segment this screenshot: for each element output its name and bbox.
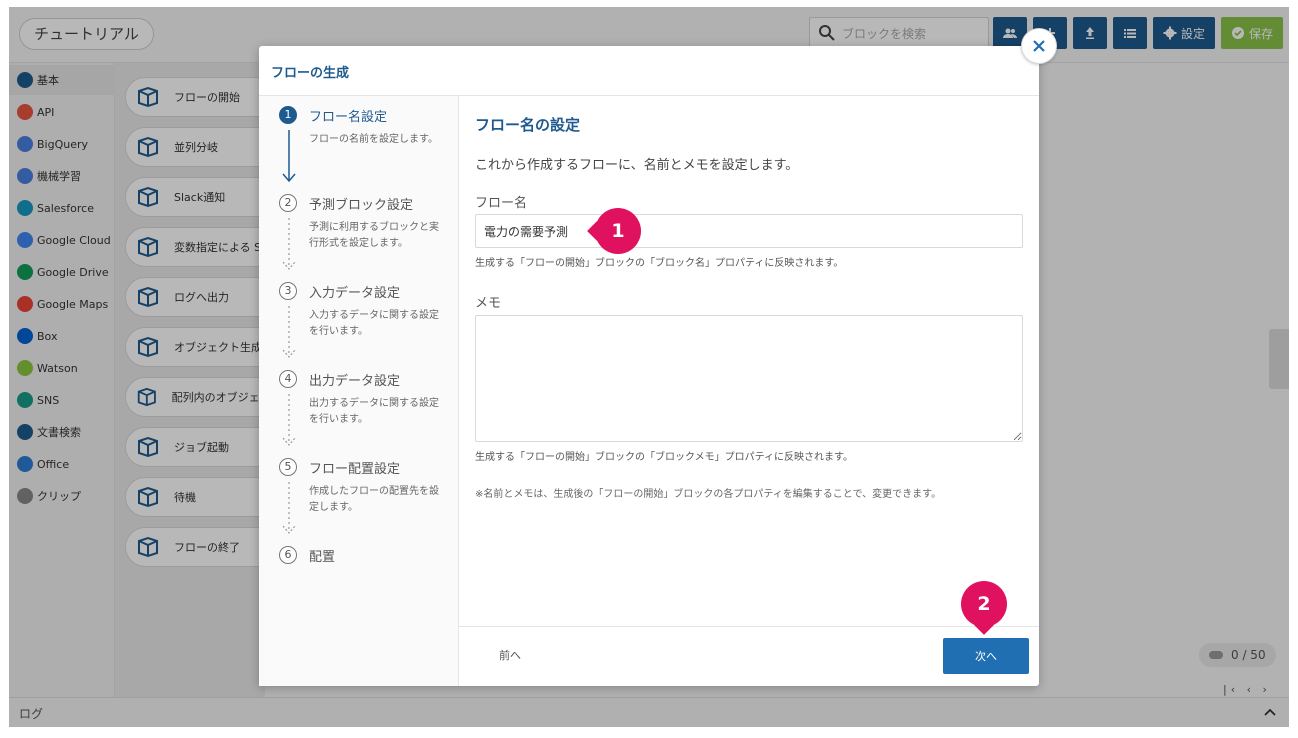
step-title: 予測ブロック設定 — [309, 198, 414, 213]
flow-name-label: フロー名 — [475, 196, 528, 211]
step-description: フローの名前を設定します。 — [309, 134, 438, 145]
memo-label: メモ — [475, 296, 502, 311]
step-title: フロー名設定 — [309, 110, 388, 125]
step-description: 作成したフローの配置先を設定します。 — [309, 486, 439, 513]
step-number: 4 — [279, 370, 297, 388]
callout-1: 1 — [587, 208, 641, 254]
intro-text: これから作成するフローに、名前とメモを設定します。 — [475, 158, 799, 173]
close-button[interactable] — [1021, 28, 1057, 64]
step-number: 2 — [279, 194, 297, 212]
step-connector-dotted — [282, 394, 296, 446]
callout-number: 1 — [611, 220, 625, 242]
dialog-footer: 前へ 次へ — [459, 626, 1039, 686]
dialog-header: フローの生成 — [259, 46, 1039, 96]
step-number: 6 — [279, 546, 297, 564]
close-icon — [1033, 40, 1045, 52]
flow-name-field[interactable] — [475, 214, 1023, 248]
section-title: フロー名の設定 — [475, 116, 581, 134]
step-title: 配置 — [309, 550, 336, 565]
step-connector-dotted — [282, 218, 296, 270]
prev-button[interactable]: 前へ — [499, 647, 521, 663]
memo-hint: 生成する「フローの開始」ブロックの「ブロックメモ」プロパティに反映されます。 — [475, 452, 853, 463]
step-description: 入力するデータに関する設定を行います。 — [309, 310, 439, 337]
step-connector-arrow — [282, 130, 296, 183]
flow-generation-dialog: フローの生成 1 フロー名設定フローの名前を設定します。 2 予測ブロック設定予測に利… — [259, 28, 1057, 686]
step-title: フロー配置設定 — [309, 462, 401, 477]
step-list: 1 フロー名設定フローの名前を設定します。 2 予測ブロック設定予測に利用するブロック… — [259, 96, 459, 686]
callout-number: 2 — [977, 593, 991, 615]
dialog-body: フロー名の設定 これから作成するフローに、名前とメモを設定します。 フロー名 生… — [459, 96, 1039, 626]
step-number: 5 — [279, 458, 297, 476]
callout-2: 2 — [961, 581, 1007, 635]
step-number: 3 — [279, 282, 297, 300]
step-connector-dotted — [282, 482, 296, 534]
step-description: 予測に利用するブロックと実行形式を設定します。 — [309, 222, 439, 249]
step-title: 入力データ設定 — [309, 286, 401, 301]
next-button[interactable]: 次へ — [943, 638, 1029, 674]
step-connector-dotted — [282, 306, 296, 358]
step-description: 出力するデータに関する設定を行います。 — [309, 398, 439, 425]
flow-name-hint: 生成する「フローの開始」ブロックの「ブロック名」プロパティに反映されます。 — [475, 258, 844, 269]
step-number: 1 — [279, 106, 297, 124]
step-title: 出力データ設定 — [309, 374, 401, 389]
dialog-title: フローの生成 — [271, 66, 350, 81]
edit-note: ※名前とメモは、生成後の「フローの開始」ブロックの各プロパティを編集することで、… — [475, 489, 942, 500]
memo-field[interactable] — [475, 315, 1023, 442]
